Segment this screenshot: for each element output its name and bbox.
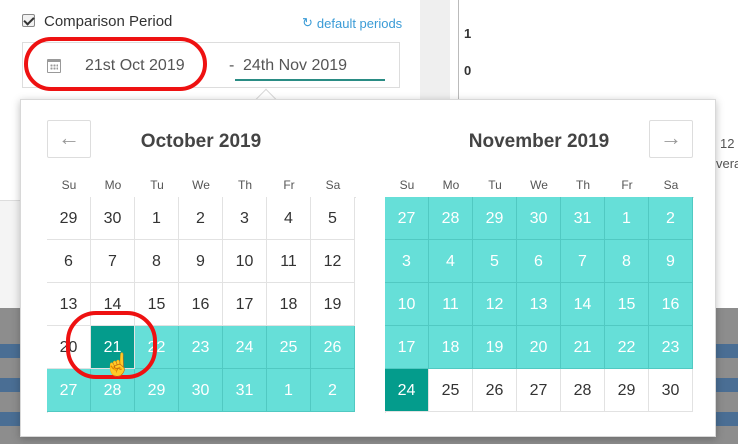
day-cell[interactable]: 11 <box>267 240 311 283</box>
day-cell[interactable]: 1 <box>135 197 179 240</box>
day-cell[interactable]: 9 <box>649 240 693 283</box>
comparison-period-label: Comparison Period <box>44 13 173 30</box>
comparison-period-checkbox[interactable] <box>22 14 35 27</box>
day-cell[interactable]: 4 <box>429 240 473 283</box>
day-cell[interactable]: 2 <box>649 197 693 240</box>
day-cell[interactable]: 16 <box>649 283 693 326</box>
day-cell[interactable]: 29 <box>473 197 517 240</box>
day-cell[interactable]: 26 <box>473 369 517 412</box>
selected-day-cell[interactable]: 24 <box>385 369 429 412</box>
day-cell[interactable]: 12 <box>473 283 517 326</box>
day-cell[interactable]: 28 <box>429 197 473 240</box>
month-title: November 2019 <box>468 131 610 152</box>
weekday-header: Tu <box>488 178 502 192</box>
weekday-header: Fr <box>283 178 295 192</box>
day-cell[interactable]: 22 <box>605 326 649 369</box>
calendar-grid-november: 27 28 29 30 31 1 2 3 4 5 6 7 8 9 10 11 12 13 14 15 16 17 18 19 2… <box>385 197 694 413</box>
weekday-header: Sa <box>663 178 679 192</box>
day-cell[interactable]: 24 <box>223 326 267 369</box>
day-cell[interactable]: 6 <box>47 240 91 283</box>
annotation-ellipse <box>24 37 207 91</box>
day-cell[interactable]: 19 <box>311 283 355 326</box>
day-cell[interactable]: 30 <box>91 197 135 240</box>
day-cell[interactable]: 30 <box>649 369 693 412</box>
weekday-header: We <box>192 178 210 192</box>
day-cell[interactable]: 11 <box>429 283 473 326</box>
weekday-header: We <box>530 178 548 192</box>
day-cell[interactable]: 10 <box>223 240 267 283</box>
day-cell[interactable]: 8 <box>135 240 179 283</box>
month-title: October 2019 <box>140 131 262 152</box>
day-cell[interactable]: 19 <box>473 326 517 369</box>
end-date-input[interactable]: 24th Nov 2019 <box>235 51 385 81</box>
reload-icon: ↻ <box>302 15 313 30</box>
day-cell[interactable]: 23 <box>179 326 223 369</box>
day-cell[interactable]: 31 <box>561 197 605 240</box>
day-cell[interactable]: 25 <box>267 326 311 369</box>
day-cell[interactable]: 25 <box>429 369 473 412</box>
day-cell[interactable]: 8 <box>605 240 649 283</box>
weekday-header: Mo <box>442 178 460 192</box>
weekday-header: Th <box>575 178 590 192</box>
day-cell[interactable]: 10 <box>385 283 429 326</box>
day-cell[interactable]: 9 <box>179 240 223 283</box>
day-cell[interactable]: 29 <box>135 369 179 412</box>
day-cell[interactable]: 26 <box>311 326 355 369</box>
day-cell[interactable]: 18 <box>267 283 311 326</box>
day-cell[interactable]: 15 <box>605 283 649 326</box>
day-cell[interactable]: 3 <box>223 197 267 240</box>
day-cell[interactable]: 21 <box>561 326 605 369</box>
weekday-header: Mo <box>104 178 122 192</box>
day-cell[interactable]: 16 <box>179 283 223 326</box>
weekday-header: Sa <box>325 178 341 192</box>
day-cell[interactable]: 5 <box>473 240 517 283</box>
day-cell[interactable]: 18 <box>429 326 473 369</box>
hand-cursor-icon: ☝ <box>104 352 132 377</box>
y-tick-label: 0 <box>464 63 472 78</box>
day-cell[interactable]: 30 <box>517 197 561 240</box>
day-cell[interactable]: 12 <box>311 240 355 283</box>
day-cell[interactable]: 29 <box>47 197 91 240</box>
day-cell[interactable]: 17 <box>223 283 267 326</box>
day-cell[interactable]: 6 <box>517 240 561 283</box>
day-cell[interactable]: 3 <box>385 240 429 283</box>
x-tick-label: 12 <box>720 136 735 151</box>
day-cell[interactable]: 17 <box>385 326 429 369</box>
day-cell[interactable]: 14 <box>561 283 605 326</box>
day-cell[interactable]: 2 <box>311 369 355 412</box>
day-cell[interactable]: 23 <box>649 326 693 369</box>
day-cell[interactable]: 27 <box>385 197 429 240</box>
day-cell[interactable]: 1 <box>267 369 311 412</box>
day-cell[interactable]: 20 <box>517 326 561 369</box>
date-picker-popover: ← → October 2019 November 2019 29 30 1 2 3 4 5… <box>20 99 716 437</box>
x-axis-partial-label: vera <box>716 156 738 171</box>
range-separator: - <box>229 57 235 74</box>
y-tick-label: 1 <box>464 26 472 41</box>
weekday-header: Th <box>237 178 252 192</box>
day-cell[interactable]: 5 <box>311 197 355 240</box>
day-cell[interactable]: 30 <box>179 369 223 412</box>
day-cell[interactable]: 28 <box>561 369 605 412</box>
weekday-header: Fr <box>621 178 633 192</box>
weekday-header: Tu <box>150 178 164 192</box>
day-cell[interactable]: 31 <box>223 369 267 412</box>
day-cell[interactable]: 29 <box>605 369 649 412</box>
default-periods-link[interactable]: ↻ default periods <box>302 15 402 31</box>
day-cell[interactable]: 2 <box>179 197 223 240</box>
default-periods-label: default periods <box>316 15 403 31</box>
chart-y-axis <box>458 0 459 100</box>
day-cell[interactable]: 7 <box>561 240 605 283</box>
day-cell[interactable]: 4 <box>267 197 311 240</box>
day-cell[interactable]: 27 <box>517 369 561 412</box>
day-cell[interactable]: 13 <box>517 283 561 326</box>
weekday-header: Su <box>399 178 415 192</box>
calendar-grid-october: 29 30 1 2 3 4 5 6 7 8 9 10 11 12 13 14 15 16 17 18 19 20 21 22 2… <box>47 197 356 413</box>
weekday-header: Su <box>61 178 77 192</box>
day-cell[interactable]: 7 <box>91 240 135 283</box>
day-cell[interactable]: 1 <box>605 197 649 240</box>
